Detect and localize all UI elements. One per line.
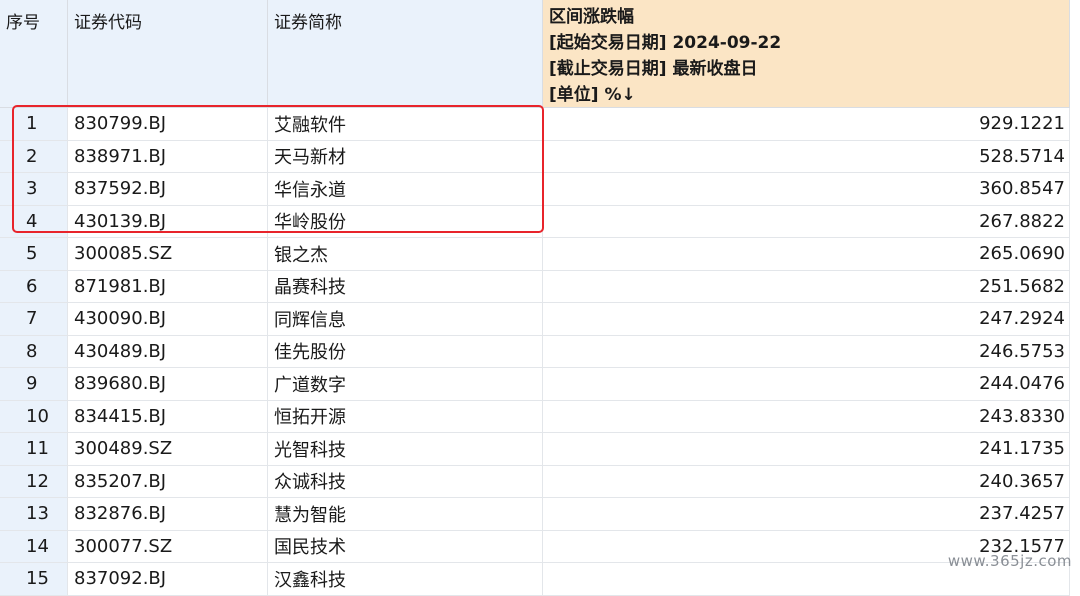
row-change: 265.0690 bbox=[543, 238, 1070, 270]
row-name: 国民技术 bbox=[268, 530, 543, 562]
row-seq: 5 bbox=[0, 238, 68, 270]
row-seq: 8 bbox=[0, 335, 68, 367]
table-row[interactable]: 8 430489.BJ 佳先股份 246.5753 bbox=[0, 335, 1070, 368]
row-code: 430090.BJ bbox=[68, 303, 268, 335]
row-seq: 13 bbox=[0, 498, 68, 530]
row-seq: 12 bbox=[0, 465, 68, 497]
header-code[interactable]: 证券代码 bbox=[68, 0, 268, 107]
row-name: 广道数字 bbox=[268, 368, 543, 400]
row-code: 300077.SZ bbox=[68, 530, 268, 562]
table-row[interactable]: 13 832876.BJ 慧为智能 237.4257 bbox=[0, 498, 1070, 531]
table-row[interactable]: 15 837092.BJ 汉鑫科技 bbox=[0, 563, 1070, 596]
row-code: 430489.BJ bbox=[68, 335, 268, 367]
row-change: 528.5714 bbox=[543, 140, 1070, 172]
row-change: 267.8822 bbox=[543, 205, 1070, 237]
table-row[interactable]: 7 430090.BJ 同辉信息 247.2924 bbox=[0, 303, 1070, 336]
table-row[interactable]: 6 871981.BJ 晶赛科技 251.5682 bbox=[0, 270, 1070, 303]
row-change: 240.3657 bbox=[543, 465, 1070, 497]
row-name: 光智科技 bbox=[268, 433, 543, 465]
row-name: 慧为智能 bbox=[268, 498, 543, 530]
watermark: www.365jz.com bbox=[947, 552, 1072, 570]
row-change: 243.8330 bbox=[543, 400, 1070, 432]
header-change[interactable]: 区间涨跌幅 [起始交易日期] 2024-09-22 [截止交易日期] 最新收盘日… bbox=[543, 0, 1070, 107]
table-row[interactable]: 14 300077.SZ 国民技术 232.1577 bbox=[0, 530, 1070, 563]
stock-table: 序号 证券代码 证券简称 区间涨跌幅 [起始交易日期] 2024-09-22 [… bbox=[0, 0, 1070, 596]
row-name: 佳先股份 bbox=[268, 335, 543, 367]
table-row[interactable]: 10 834415.BJ 恒拓开源 243.8330 bbox=[0, 400, 1070, 433]
row-seq: 10 bbox=[0, 400, 68, 432]
row-name: 众诚科技 bbox=[268, 465, 543, 497]
row-code: 837092.BJ bbox=[68, 563, 268, 595]
row-change: 360.8547 bbox=[543, 173, 1070, 205]
row-seq: 11 bbox=[0, 433, 68, 465]
row-change: 247.2924 bbox=[543, 303, 1070, 335]
header-unit: [单位] %↓ bbox=[549, 85, 636, 105]
header-name[interactable]: 证券简称 bbox=[268, 0, 543, 107]
row-name: 银之杰 bbox=[268, 238, 543, 270]
row-change: 237.4257 bbox=[543, 498, 1070, 530]
highlight-box bbox=[12, 105, 544, 233]
row-code: 839680.BJ bbox=[68, 368, 268, 400]
row-change: 246.5753 bbox=[543, 335, 1070, 367]
row-change: 241.1735 bbox=[543, 433, 1070, 465]
row-name: 同辉信息 bbox=[268, 303, 543, 335]
table-row[interactable]: 9 839680.BJ 广道数字 244.0476 bbox=[0, 368, 1070, 401]
row-code: 300085.SZ bbox=[68, 238, 268, 270]
table-row[interactable]: 12 835207.BJ 众诚科技 240.3657 bbox=[0, 465, 1070, 498]
row-code: 835207.BJ bbox=[68, 465, 268, 497]
header-seq[interactable]: 序号 bbox=[0, 0, 68, 107]
row-seq: 9 bbox=[0, 368, 68, 400]
row-code: 871981.BJ bbox=[68, 270, 268, 302]
row-change: 251.5682 bbox=[543, 270, 1070, 302]
row-seq: 7 bbox=[0, 303, 68, 335]
row-change: 929.1221 bbox=[543, 108, 1070, 140]
header-change-title: 区间涨跌幅 bbox=[549, 7, 634, 27]
header-end-date: [截止交易日期] 最新收盘日 bbox=[549, 59, 758, 79]
table-header: 序号 证券代码 证券简称 区间涨跌幅 [起始交易日期] 2024-09-22 [… bbox=[0, 0, 1070, 108]
row-code: 300489.SZ bbox=[68, 433, 268, 465]
row-code: 832876.BJ bbox=[68, 498, 268, 530]
table-row[interactable]: 11 300489.SZ 光智科技 241.1735 bbox=[0, 433, 1070, 466]
row-name: 恒拓开源 bbox=[268, 400, 543, 432]
header-start-date: [起始交易日期] 2024-09-22 bbox=[549, 33, 782, 53]
row-seq: 14 bbox=[0, 530, 68, 562]
row-code: 834415.BJ bbox=[68, 400, 268, 432]
row-change: 244.0476 bbox=[543, 368, 1070, 400]
table-row[interactable]: 5 300085.SZ 银之杰 265.0690 bbox=[0, 238, 1070, 271]
row-name: 汉鑫科技 bbox=[268, 563, 543, 595]
row-name: 晶赛科技 bbox=[268, 270, 543, 302]
row-seq: 15 bbox=[0, 563, 68, 595]
row-seq: 6 bbox=[0, 270, 68, 302]
